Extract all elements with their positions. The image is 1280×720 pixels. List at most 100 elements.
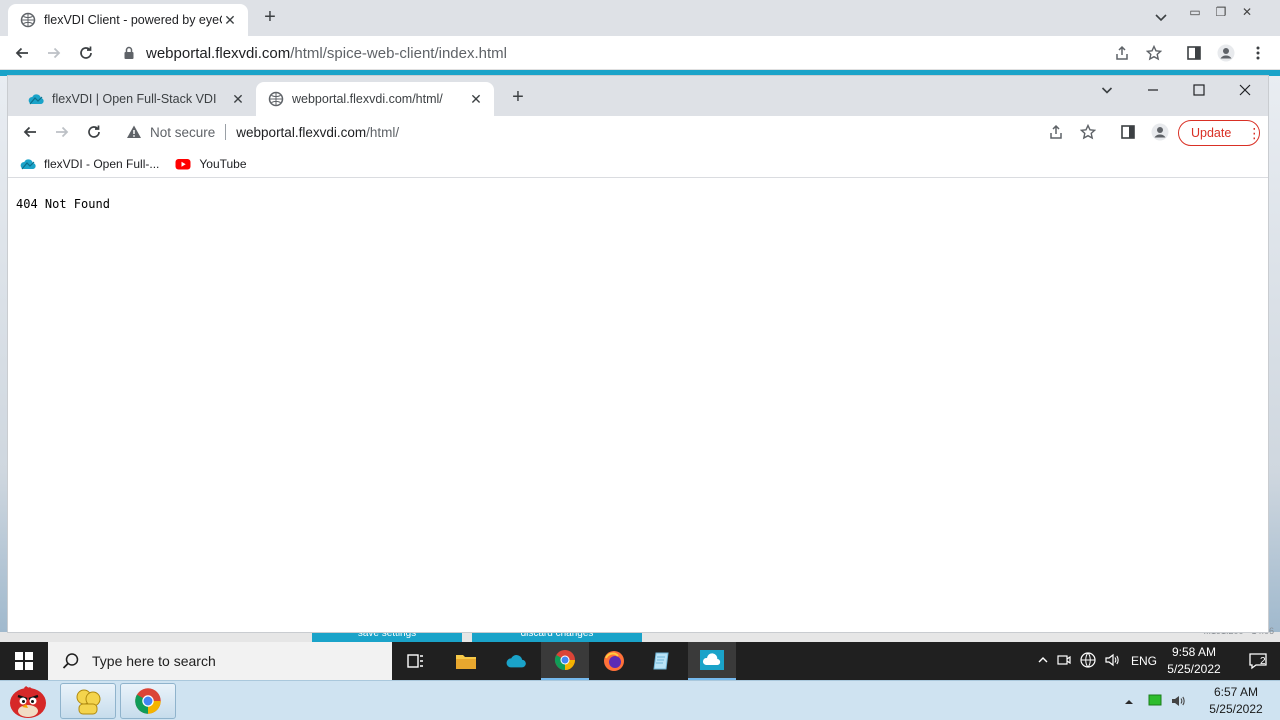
volume-icon[interactable] [1170,693,1186,712]
arrow-right-icon [48,47,61,59]
outer-tab-strip: flexVDI Client - powered by eyeOS ✕ + ▭ … [0,0,1280,36]
file-explorer-button[interactable] [442,642,490,680]
angry-bird-icon [10,685,46,718]
host-clock[interactable]: 6:57 AM 5/25/2022 [1196,684,1276,718]
update-button[interactable]: Update ⋮ [1178,120,1262,146]
address-bar[interactable]: Not secure webportal.flexvdi.com/html/ [116,119,1100,145]
host-clock-date: 5/25/2022 [1209,702,1263,716]
bookmark-label: YouTube [199,156,247,171]
chevron-down-icon[interactable] [1152,8,1170,26]
bookmark-star-icon[interactable] [1143,42,1165,64]
youtube-icon [175,158,191,169]
close-icon[interactable]: ✕ [468,91,484,107]
users-icon [76,689,101,715]
flexvdi-cloud-icon [28,94,44,105]
host-chrome-button[interactable] [120,683,176,719]
save-settings-button[interactable]: save settings [312,632,462,642]
flexvdi-app-button[interactable] [492,642,540,680]
tab-flexvdi-home[interactable]: flexVDI | Open Full-Stack VDI ✕ [16,82,256,116]
profile-icon[interactable] [1149,121,1171,143]
close-icon[interactable]: ✕ [230,91,246,107]
close-icon [1239,84,1251,96]
meet-now-icon[interactable] [1052,653,1076,670]
tab-webportal-html[interactable]: webportal.flexvdi.com/html/ ✕ [256,82,494,116]
tab-search-button[interactable] [1084,76,1130,104]
outer-tab-flexvdi-client[interactable]: flexVDI Client - powered by eyeOS ✕ [8,4,248,36]
share-icon[interactable] [1111,42,1133,64]
forward-button[interactable] [41,40,67,66]
taskbar-search[interactable]: Type here to search [48,642,392,680]
minimize-button[interactable]: ▭ [1182,2,1208,22]
minimize-icon [1148,89,1158,91]
bookmarks-bar: flexVDI - Open Full-... YouTube [8,150,1268,178]
start-button[interactable] [4,681,52,720]
chrome-icon [135,688,161,714]
chevron-up-icon[interactable] [1124,695,1134,710]
clock-date: 5/25/2022 [1167,662,1221,676]
inner-tab-strip: flexVDI | Open Full-Stack VDI ✕ webporta… [8,76,1268,116]
host-clock-time: 6:57 AM [1213,685,1259,699]
flexvdi-cloud-icon [20,158,36,169]
chrome-app-button[interactable] [541,642,589,680]
minimize-button[interactable] [1130,76,1176,104]
notepad-app-button[interactable] [638,642,686,680]
windows-logo-icon [15,652,33,670]
outer-tab-title: flexVDI Client - powered by eyeOS [44,13,222,27]
close-icon[interactable]: ✕ [222,12,238,28]
firefox-app-button[interactable] [590,642,638,680]
chevron-down-icon [1101,87,1113,94]
tab-title: flexVDI | Open Full-Stack VDI [52,92,217,106]
chevron-up-icon[interactable] [1034,654,1052,669]
bookmark-youtube[interactable]: YouTube [175,156,247,172]
close-window-button[interactable]: ✕ [1234,2,1260,22]
arrow-right-icon [56,126,69,138]
globe-icon [20,12,36,28]
start-button[interactable] [0,642,48,680]
back-button[interactable] [9,40,35,66]
firefox-icon [604,651,624,671]
bookmark-flexvdi[interactable]: flexVDI - Open Full-... [20,156,159,172]
warning-icon[interactable] [126,124,142,140]
language-indicator[interactable]: ENG [1124,654,1164,668]
profile-icon[interactable] [1215,42,1237,64]
battery-icon[interactable] [1148,693,1162,710]
arrow-left-icon [23,126,36,138]
lock-icon [124,46,134,59]
outer-url-host: webportal.flexvdi.com [146,44,291,62]
close-window-button[interactable] [1222,76,1268,104]
network-icon[interactable] [1076,651,1100,671]
new-tab-button[interactable]: + [258,6,282,30]
reload-button[interactable] [81,119,107,145]
restore-button[interactable]: ❐ [1208,2,1234,22]
tab-title: webportal.flexvdi.com/html/ [292,92,443,106]
inner-browser-window: flexVDI | Open Full-Stack VDI ✕ webporta… [8,76,1268,632]
taskbar-clock[interactable]: 9:58 AM 5/25/2022 [1160,644,1228,678]
volume-icon[interactable] [1100,652,1124,671]
side-panel-icon[interactable] [1183,42,1205,64]
reload-button[interactable] [73,40,99,66]
inner-toolbar: Not secure webportal.flexvdi.com/html/ U… [8,116,1268,148]
share-icon[interactable] [1045,121,1067,143]
search-icon [62,653,79,669]
omnibox-divider [225,124,227,140]
notification-center-button[interactable]: 2 [1236,642,1280,680]
bookmark-star-icon[interactable] [1077,121,1099,143]
flexvdi-client-button[interactable] [688,642,736,680]
task-view-button[interactable] [392,642,440,680]
discard-changes-button[interactable]: discard changes [472,632,642,642]
outer-address-bar[interactable]: webportal.flexvdi.com/html/spice-web-cli… [112,40,1176,66]
host-app-button[interactable] [60,683,116,719]
url-path: /html/ [366,124,400,140]
url-host: webportal.flexvdi.com [236,124,367,140]
side-panel-icon[interactable] [1117,121,1139,143]
maximize-button[interactable] [1176,76,1222,104]
new-tab-button[interactable]: + [506,86,530,110]
menu-icon[interactable] [1247,42,1269,64]
forward-button[interactable] [49,119,75,145]
back-button[interactable] [17,119,43,145]
folder-icon [456,655,476,669]
system-tray: ENG [1034,642,1164,680]
menu-icon: ⋮ [1247,125,1262,141]
reload-icon [88,125,100,138]
flexvdi-cloud-icon [700,650,724,670]
